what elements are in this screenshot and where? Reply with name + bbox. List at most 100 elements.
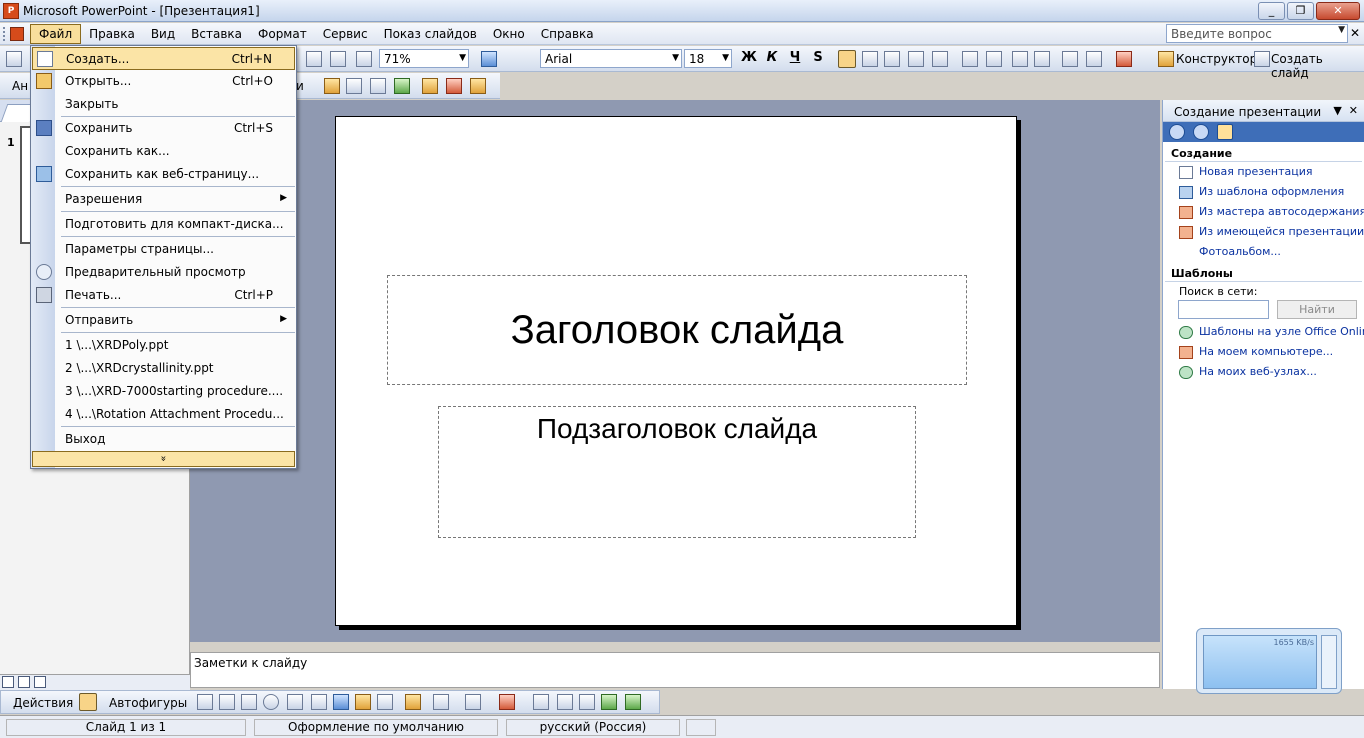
- menu-item-print-preview[interactable]: Предварительный просмотр: [32, 261, 295, 284]
- dash-style-icon[interactable]: [533, 694, 549, 710]
- grow-font-icon[interactable]: [1012, 51, 1028, 67]
- zoom-select[interactable]: 71% ▼: [379, 49, 469, 68]
- check-icon[interactable]: [394, 78, 410, 94]
- menu-window[interactable]: Окно: [485, 25, 533, 43]
- menu-help[interactable]: Справка: [533, 25, 602, 43]
- chevron-down-icon[interactable]: ▼: [722, 53, 729, 63]
- notes-pane[interactable]: Заметки к слайду: [190, 652, 1160, 688]
- link-from-template[interactable]: Из шаблона оформления: [1163, 182, 1364, 202]
- align-center-icon[interactable]: [862, 51, 878, 67]
- help-search-input[interactable]: Введите вопрос ▼: [1166, 24, 1348, 43]
- menu-item-package-cd[interactable]: Подготовить для компакт-диска...: [32, 213, 295, 236]
- home-icon[interactable]: [1217, 124, 1233, 140]
- fill-color-icon[interactable]: [405, 694, 421, 710]
- menubar-grip[interactable]: [3, 26, 6, 41]
- shadow-style-icon[interactable]: [579, 694, 595, 710]
- arrow-style-icon[interactable]: [557, 694, 573, 710]
- font-select[interactable]: Arial ▼: [540, 49, 682, 68]
- document-icon[interactable]: [10, 26, 24, 41]
- grid-icon[interactable]: [356, 51, 372, 67]
- menu-slideshow[interactable]: Показ слайдов: [376, 25, 485, 43]
- slide-canvas[interactable]: Заголовок слайда Подзаголовок слайда: [335, 116, 1017, 626]
- increase-indent-icon[interactable]: [1086, 51, 1102, 67]
- forward-icon[interactable]: [1193, 124, 1209, 140]
- bold-button[interactable]: Ж: [740, 50, 758, 65]
- new-slide-icon[interactable]: [1254, 51, 1270, 67]
- designer-button[interactable]: Конструктор: [1176, 52, 1257, 66]
- link-new-presentation[interactable]: Новая презентация: [1163, 162, 1364, 182]
- line-icon[interactable]: [197, 694, 213, 710]
- arrow-icon[interactable]: [219, 694, 235, 710]
- select-arrow-icon[interactable]: [79, 693, 97, 711]
- menu-format[interactable]: Формат: [250, 25, 315, 43]
- search-button[interactable]: Найти: [1277, 300, 1357, 319]
- slide-thumbnail[interactable]: [20, 126, 30, 244]
- task-pane-controls[interactable]: ▼ ✕: [1333, 104, 1358, 117]
- numbering-icon[interactable]: [962, 51, 978, 67]
- menu-item-recent-4[interactable]: 4 \...\Rotation Attachment Procedu...: [32, 403, 295, 426]
- restore-button[interactable]: ❐: [1287, 2, 1314, 20]
- align-left-icon[interactable]: [838, 50, 856, 68]
- justify-icon[interactable]: [908, 51, 924, 67]
- close-button[interactable]: ✕: [1316, 2, 1360, 20]
- menu-file[interactable]: Файл: [30, 23, 82, 44]
- tools-icon[interactable]: [422, 78, 438, 94]
- preview-icon[interactable]: [346, 78, 362, 94]
- menu-item-recent-1[interactable]: 1 \...\XRDPoly.ppt: [32, 334, 295, 357]
- decrease-indent-icon[interactable]: [1062, 51, 1078, 67]
- toolbar2-mid-label[interactable]: и: [296, 79, 304, 93]
- rectangle-icon[interactable]: [241, 694, 257, 710]
- diagram-icon[interactable]: [333, 694, 349, 710]
- font-color-icon[interactable]: [1116, 51, 1132, 67]
- widget-scrollbar[interactable]: [1321, 635, 1337, 689]
- menu-item-print[interactable]: Печать... Ctrl+P: [32, 284, 295, 307]
- 3d-style-icon[interactable]: [601, 694, 617, 710]
- minimize-button[interactable]: _: [1258, 2, 1285, 20]
- chart-icon[interactable]: [306, 51, 322, 67]
- link-my-computer[interactable]: На моем компьютере...: [1163, 342, 1364, 362]
- shrink-font-icon[interactable]: [1034, 51, 1050, 67]
- chevron-down-icon[interactable]: ▼: [459, 53, 466, 63]
- link-autocontent-wizard[interactable]: Из мастера автосодержания...: [1163, 202, 1364, 222]
- actions-menu[interactable]: Действия: [13, 696, 73, 710]
- table-icon[interactable]: [370, 78, 386, 94]
- powerpoint-icon[interactable]: P: [3, 2, 19, 19]
- template-search-input[interactable]: [1178, 300, 1269, 319]
- menu-item-close[interactable]: Закрыть: [32, 93, 295, 116]
- textbox-icon[interactable]: [287, 694, 303, 710]
- scissors-icon[interactable]: [446, 78, 462, 94]
- new-document-icon[interactable]: [6, 51, 22, 67]
- new-slide-button[interactable]: Создать слайд: [1271, 52, 1364, 80]
- italic-button[interactable]: К: [763, 50, 781, 65]
- chevron-down-icon[interactable]: ▼: [672, 53, 679, 63]
- sorter-view-icon[interactable]: [18, 676, 30, 688]
- underline-button[interactable]: Ч: [786, 50, 804, 65]
- link-photo-album[interactable]: Фотоальбом...: [1163, 242, 1364, 262]
- menu-view[interactable]: Вид: [143, 25, 183, 43]
- menu-item-page-setup[interactable]: Параметры страницы...: [32, 238, 295, 261]
- link-office-online[interactable]: Шаблоны на узле Office Online: [1163, 322, 1364, 342]
- normal-view-icon[interactable]: [2, 676, 14, 688]
- font-color-icon[interactable]: [499, 694, 515, 710]
- designer-icon[interactable]: [1158, 51, 1174, 67]
- menu-item-exit[interactable]: Выход: [32, 428, 295, 451]
- menu-expand-button[interactable]: »: [32, 451, 295, 467]
- picture-icon[interactable]: [377, 694, 393, 710]
- cube-icon[interactable]: [625, 694, 641, 710]
- wordart-icon[interactable]: [311, 694, 327, 710]
- menu-item-recent-3[interactable]: 3 \...\XRD-7000starting procedure....: [32, 380, 295, 403]
- menu-insert[interactable]: Вставка: [183, 25, 250, 43]
- table-icon[interactable]: [330, 51, 346, 67]
- clipart-icon[interactable]: [355, 694, 371, 710]
- link-existing-presentation[interactable]: Из имеющейся презентации...: [1163, 222, 1364, 242]
- network-monitor-widget[interactable]: 1655 KB/s: [1196, 628, 1342, 694]
- oval-icon[interactable]: [263, 694, 279, 710]
- picture-icon[interactable]: [324, 78, 340, 94]
- menu-item-recent-2[interactable]: 2 \...\XRDcrystallinity.ppt: [32, 357, 295, 380]
- slideshow-view-icon[interactable]: [34, 676, 46, 688]
- back-icon[interactable]: [1169, 124, 1185, 140]
- shadow-button[interactable]: S: [809, 50, 827, 65]
- help-icon[interactable]: [470, 78, 486, 94]
- menu-item-permissions[interactable]: Разрешения ▶: [32, 188, 295, 211]
- align-right-icon[interactable]: [884, 51, 900, 67]
